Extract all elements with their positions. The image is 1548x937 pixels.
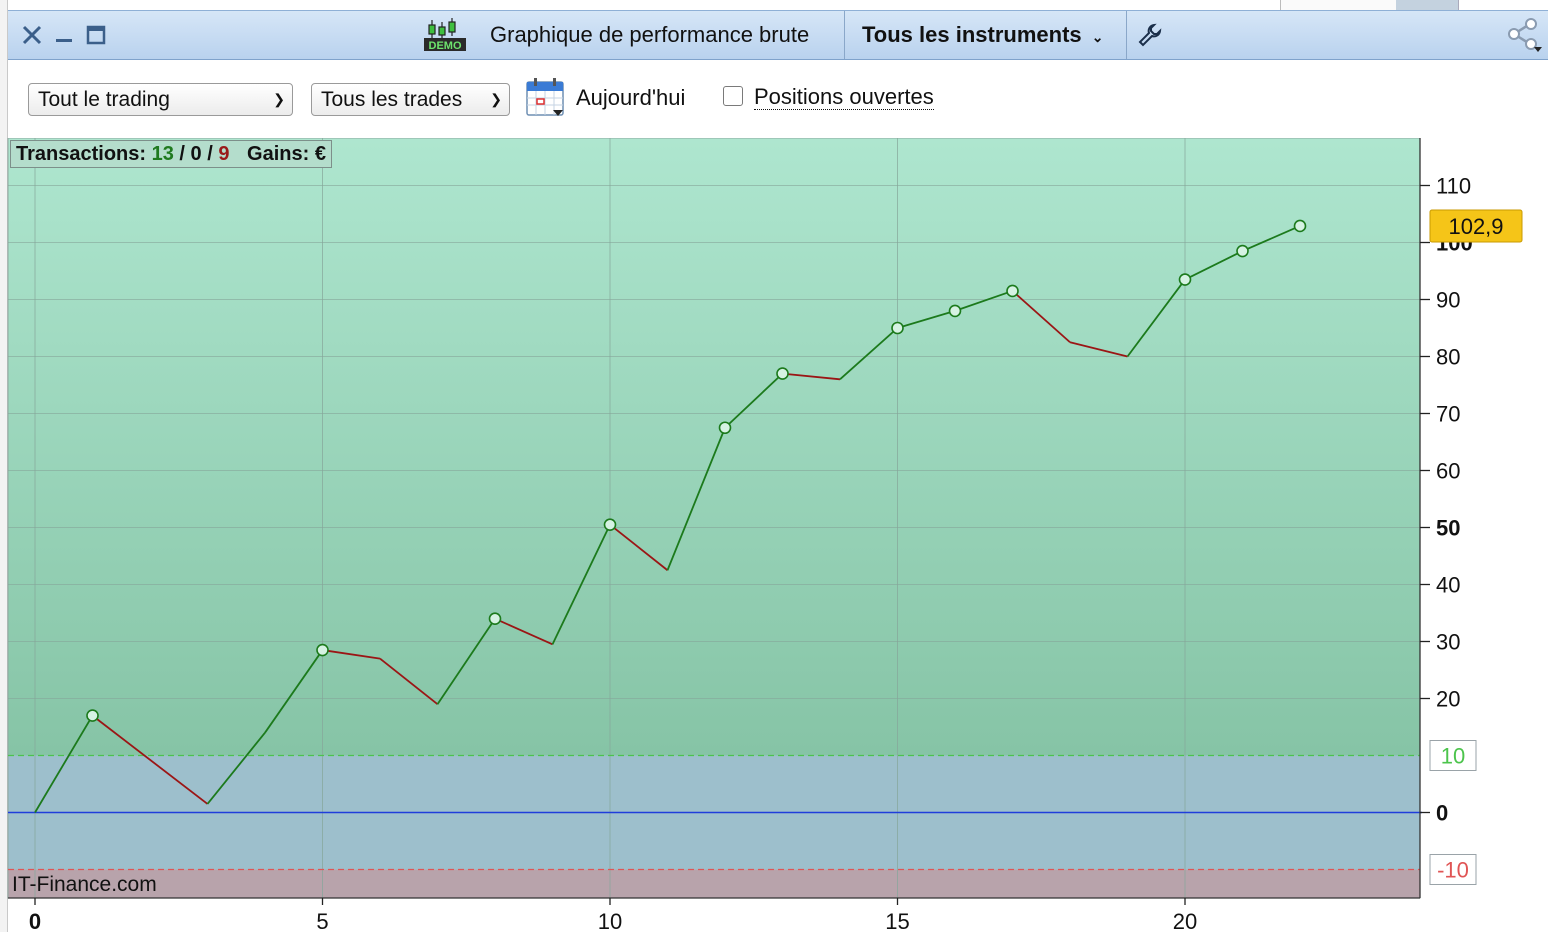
x-tick-label: 5 <box>316 909 328 932</box>
today-label[interactable]: Aujourd'hui <box>576 85 685 111</box>
gains-label: Gains: <box>247 143 310 165</box>
maximize-icon[interactable] <box>84 11 108 59</box>
losses-count: 9 <box>218 143 230 165</box>
equity-point <box>1178 273 1192 286</box>
neutral-count: 0 <box>190 143 202 165</box>
wins-count: 13 <box>151 143 174 165</box>
count-separator: / <box>207 143 219 165</box>
watermark: IT-Finance.com <box>12 873 157 896</box>
equity-point <box>86 709 99 722</box>
equity-point <box>1293 219 1307 233</box>
titlebar-separator <box>844 11 845 59</box>
equity-point <box>891 321 904 335</box>
period-select[interactable]: Tout le trading ❯ <box>28 83 293 116</box>
x-tick-label: 20 <box>1173 909 1197 932</box>
equity-point <box>603 518 617 531</box>
lower-threshold-label: -10 <box>1437 858 1469 883</box>
y-tick-label: 110 <box>1436 174 1471 199</box>
wrench-icon[interactable] <box>1132 11 1168 59</box>
window-titlebar: DEMO Graphique de performance brute Tous… <box>8 10 1548 60</box>
count-separator: / <box>179 143 191 165</box>
last-value-label: 102,9 <box>1448 214 1503 239</box>
open-positions-checkbox[interactable] <box>723 86 743 106</box>
y-tick-label: 20 <box>1436 687 1460 712</box>
y-tick-label: 90 <box>1436 288 1460 313</box>
x-tick-label: 10 <box>598 909 622 932</box>
share-icon[interactable] <box>1502 11 1546 59</box>
titlebar-separator <box>1126 11 1127 59</box>
trades-select-value: Tous les trades <box>321 88 463 111</box>
chevron-down-icon: ❯ <box>490 91 502 107</box>
equity-point <box>776 367 789 380</box>
instrument-dropdown[interactable]: Tous les instruments ⌄ <box>862 22 1104 48</box>
transactions-label: Transactions: <box>16 143 147 165</box>
equity-point <box>488 612 502 626</box>
y-tick-label: 30 <box>1436 630 1460 655</box>
y-tick-label: 60 <box>1436 459 1460 484</box>
background-tab-active[interactable] <box>1396 0 1459 10</box>
background-tab[interactable] <box>1280 0 1397 10</box>
y-tick-label: 40 <box>1436 573 1460 598</box>
equity-point <box>1236 244 1249 258</box>
open-positions-label[interactable]: Positions ouvertes <box>754 85 934 110</box>
calendar-icon[interactable] <box>525 77 567 119</box>
trades-select[interactable]: Tous les trades ❯ <box>311 83 510 116</box>
y-tick-label: 80 <box>1436 345 1460 370</box>
performance-chart: 0 20 30 40 50 60 70 80 90 100 110 0 5 10 15 20 10 -10 102,… <box>0 137 1548 934</box>
demo-chart-icon: DEMO <box>422 11 468 59</box>
minimize-icon[interactable] <box>52 11 76 59</box>
window-title: Graphique de performance brute <box>490 22 810 47</box>
demo-badge-text: DEMO <box>429 40 462 52</box>
loss-zone <box>8 869 1420 898</box>
upper-threshold-label: 10 <box>1441 744 1465 769</box>
equity-point <box>1006 284 1019 298</box>
x-tick-label: 0 <box>29 909 41 932</box>
chevron-down-icon: ⌄ <box>1091 29 1104 45</box>
filter-bar: Tout le trading ❯ Tous les trades ❯ Aujo… <box>8 62 1548 138</box>
profit-zone <box>8 138 1420 756</box>
chevron-down-icon: ❯ <box>273 91 285 107</box>
close-icon[interactable] <box>18 11 46 59</box>
y-tick-label: 50 <box>1436 516 1460 541</box>
window-top-strip <box>0 0 1548 10</box>
x-tick-label: 15 <box>885 909 909 932</box>
performance-chart-svg: 020304050607080901001100 5 10 15 2010-10102,… <box>7 137 1523 934</box>
transactions-summary: Transactions: 13 / 0 / 9 Gains: € <box>10 140 332 168</box>
equity-point <box>948 304 962 318</box>
equity-point <box>718 421 732 435</box>
y-tick-label: 0 <box>1436 801 1448 826</box>
period-select-value: Tout le trading <box>38 88 170 111</box>
gains-currency: € <box>314 143 326 165</box>
equity-point <box>316 643 329 657</box>
y-tick-label: 70 <box>1436 402 1460 427</box>
instrument-dropdown-label: Tous les instruments <box>862 22 1082 47</box>
